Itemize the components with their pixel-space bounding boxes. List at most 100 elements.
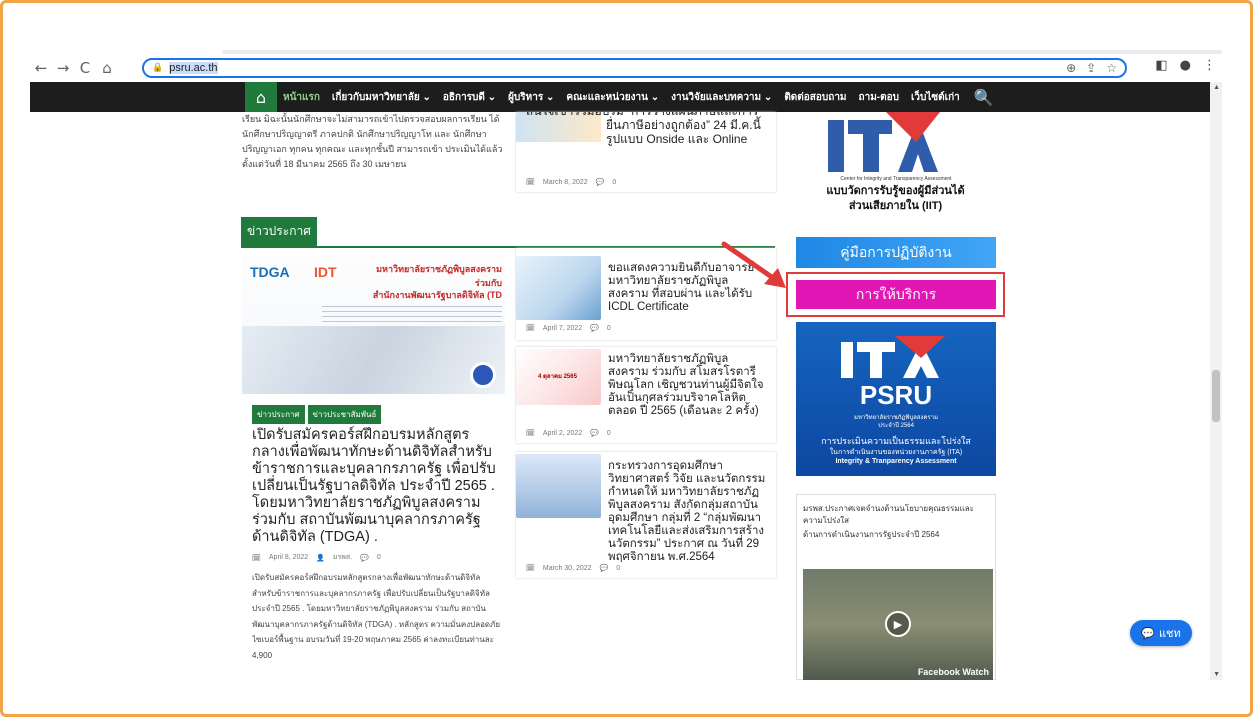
scroll-thumb[interactable] [1212,370,1220,422]
post-date: April 2, 2022 [542,429,583,437]
notice-line-1[interactable]: มรพส.ประกาศเจตจำนงด้านนโยบายคุณธรรมและคว… [803,503,993,527]
scroll-down-icon[interactable]: ▼ [1213,671,1220,678]
post-card[interactable]: กระทรวงการอุดมศึกษา วิทยาศาสตร์ วิจัย แล… [516,452,776,578]
menu-item[interactable]: หน้าแรก [277,90,326,105]
main-menu: ⌂ หน้าแรก เกี่ยวกับมหาวิทยาลัย ⌄ อธิการบดี… [245,82,1002,112]
menu-item[interactable]: งานวิจัยและบทความ ⌄ [665,90,778,105]
video-embed[interactable]: ▶ Facebook Watch [803,569,993,680]
scroll-up-icon[interactable]: ▲ [1213,84,1220,91]
share-icon[interactable]: ⇪ [1086,61,1096,75]
comment-icon: 💬 [590,325,599,332]
ita-caption-small: Center for Integrity and Transparency As… [840,176,952,182]
red-arrow-annotation [721,241,786,288]
comment-icon: 💬 [590,430,599,437]
category-tag[interactable]: ข่าวประชาสัมพันธ์ [307,405,382,424]
ita-caption-2: ในการดำเนินงานของหน่วยงานภาครัฐ (ITA) [829,449,963,456]
featured-img-hand [242,326,505,394]
chat-button[interactable]: 💬 แชท [1130,620,1192,646]
browser-menu-icon[interactable]: ⋮ [1203,58,1216,73]
comment-icon: 💬 [595,179,605,186]
author-icon: 👤 [316,554,325,562]
ita-caption-1: การประเมินความเป็นธรรมและโปร่งใส [821,436,971,446]
back-icon[interactable]: ← [30,57,52,79]
featured-tags: ข่าวประกาศ ข่าวประชาสัมพันธ์ [252,404,384,424]
psru-year: ประจำปี 2564 [878,423,914,429]
bookmark-star-icon[interactable]: ☆ [1106,61,1117,75]
url-text[interactable]: psru.ac.th [169,62,218,74]
menu-item[interactable]: ผู้บริหาร ⌄ [502,90,560,105]
featured-img-lines [322,306,502,328]
featured-img-tdga: TDGA [250,264,290,280]
menu-item[interactable]: ถาม-ตอบ [853,90,905,105]
chat-label: แชท [1158,628,1181,640]
top-mid-post-card[interactable]: สนใจเข้าร่วมอบรม “การวางแผนภาษีและการยื่… [516,112,776,192]
psru-text: PSRU [859,380,933,410]
menu-item[interactable]: เว็บไซต์เก่า [905,90,966,105]
calendar-icon: 🗓 [252,554,261,562]
post-meta: 🗓 March 8, 2022 💬 0 [526,178,617,187]
calendar-icon: 🗓 [526,179,535,186]
post-comments: 0 [616,564,621,572]
featured-image[interactable]: TDGA IDT มหาวิทยาลัยราชภัฏพิบูลสงคราม ร่… [242,256,505,394]
menu-item[interactable]: เกี่ยวกับมหาวิทยาลัย ⌄ [326,90,437,105]
menu-item[interactable]: อธิการบดี ⌄ [437,90,502,105]
menu-item[interactable]: ติดต่อสอบถาม [778,90,852,105]
post-thumbnail[interactable] [516,256,601,320]
featured-author[interactable]: มรพส. [333,552,352,563]
featured-meta: 🗓 April 8, 2022 👤 มรพส. 💬 0 [252,552,381,563]
service-label: การให้บริการ [855,285,937,302]
browser-toolbar: ← → C ⌂ 🔒 psru.ac.th ⊕ ⇪ ☆ ◧ ● ⋮ [30,55,1222,80]
ita-psru-banner[interactable]: PSRU มหาวิทยาลัยราชภัฏพิบูลสงคราม ประจำป… [796,322,996,476]
notice-line-2[interactable]: ด้านการดำเนินงานการรัฐประจำปี 2564 [803,529,993,541]
play-icon[interactable]: ▶ [885,611,911,637]
page-viewport: ⌂ หน้าแรก เกี่ยวกับมหาวิทยาลัย ⌄ อธิการบดี… [30,82,1222,680]
zoom-icon[interactable]: ⊕ [1066,61,1076,75]
post-date: April 7, 2022 [542,324,583,332]
reload-icon[interactable]: C [74,57,96,79]
featured-title[interactable]: เปิดรับสมัครคอร์สฝึกอบรมหลักสูตรกลางเพื่… [252,427,502,546]
post-title[interactable]: มหาวิทยาลัยราชภัฏพิบูลสงคราม ร่วมกับ สโม… [526,353,768,418]
side-panel-icon[interactable]: ◧ [1155,58,1167,73]
comment-icon: 💬 [360,554,369,562]
manual-banner[interactable]: คู่มือการปฏิบัติงาน [796,237,996,268]
ita-caption: แบบวัดการรับรู้ของผู้มีส่วนได้ส่วนเสียภา… [826,185,965,212]
profile-icon[interactable]: ● [1180,58,1191,73]
tab-strip-line [222,50,1222,54]
calendar-icon: 🗓 [526,565,535,572]
post-date: March 30, 2022 [542,564,592,572]
section-title: ข่าวประกาศ [241,217,317,246]
address-bar[interactable]: 🔒 psru.ac.th ⊕ ⇪ ☆ [142,58,1127,78]
facebook-watch-label[interactable]: Facebook Watch [918,667,989,677]
comment-icon: 💬 [599,565,609,572]
ita-iit-banner[interactable]: Center for Integrity and Transparency As… [798,112,978,222]
post-comments: 0 [612,178,617,186]
lock-icon[interactable]: 🔒 [152,63,163,73]
ita-logo-graphic [841,336,945,378]
post-meta: 🗓 March 30, 2022 💬 0 [526,564,621,573]
post-comments: 0 [606,324,611,332]
ita-caption-3: Integrity & Tranparency Assessment [835,458,957,465]
featured-img-subheading: สำนักงานพัฒนารัฐบาลดิจิทัล (TD [372,290,502,300]
post-meta: 🗓 April 2, 2022 💬 0 [526,429,611,438]
forward-icon[interactable]: → [52,57,74,79]
featured-date: April 8, 2022 [268,554,309,561]
post-comments: 0 [606,429,611,437]
service-banner[interactable]: การให้บริการ [796,280,996,309]
menu-item[interactable]: คณะและหน่วยงาน ⌄ [560,90,665,105]
post-meta: 🗓 April 7, 2022 💬 0 [526,324,611,333]
manual-label: คู่มือการปฏิบัติงาน [840,243,952,260]
featured-img-heading: มหาวิทยาลัยราชภัฏพิบูลสงคราม ร่วมกับ [376,264,502,288]
post-card[interactable]: 4 ตุลาคม 2565 มหาวิทยาลัยราชภัฏพิบูลสงคร… [516,347,776,443]
home-icon[interactable]: ⌂ [96,57,118,79]
section-header: ข่าวประกาศ [241,217,775,248]
post-date: March 8, 2022 [542,178,588,186]
page-scrollbar[interactable]: ▲ ▼ [1210,82,1222,680]
menu-search-icon[interactable]: 🔍 [966,88,1002,107]
notice-box: มรพส.ประกาศเจตจำนงด้านนโยบายคุณธรรมและคว… [796,494,996,680]
messenger-icon: 💬 [1141,627,1155,640]
menu-home-icon[interactable]: ⌂ [245,82,277,112]
category-tag[interactable]: ข่าวประกาศ [252,405,305,424]
calendar-icon: 🗓 [526,430,535,437]
post-title[interactable]: กระทรวงการอุดมศึกษา วิทยาศาสตร์ วิจัย แล… [526,460,768,564]
featured-comments: 0 [376,554,381,561]
